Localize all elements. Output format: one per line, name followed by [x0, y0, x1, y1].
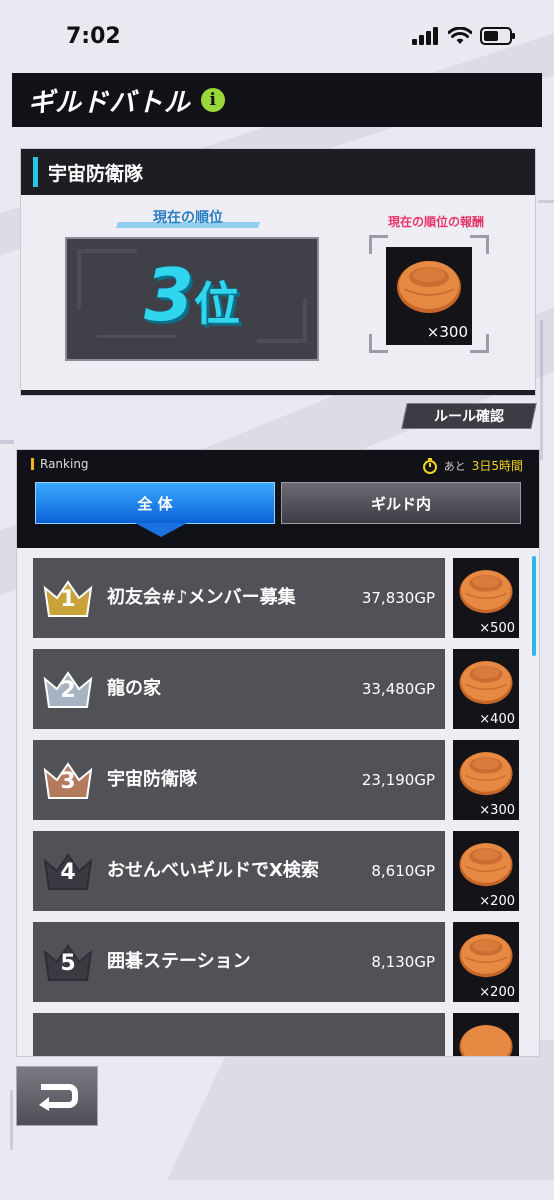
- guild-name: おせんべいギルドでX検索: [107, 860, 319, 881]
- ranking-row-body: 2 龍の家 33,480GP: [33, 649, 445, 729]
- scrollbar[interactable]: [532, 556, 536, 656]
- ranking-panel: Ranking あと 3日5時間 全 体 ギルド内 1 初友会#♪メンバー募集 37…: [16, 449, 540, 1057]
- reward-count: ×200: [479, 985, 515, 1000]
- senbei-item-icon: [459, 570, 513, 614]
- reward-cell: ×300: [453, 740, 519, 820]
- guild-points: 23,190GP: [361, 771, 435, 789]
- reward-count: ×200: [479, 894, 515, 909]
- rank-number: 3: [60, 769, 76, 794]
- senbei-item-icon: [459, 661, 513, 705]
- reward-cell: ×200: [453, 922, 519, 1002]
- guild-name: 囲碁ステーション: [107, 951, 251, 972]
- reward-cell: ×400: [453, 649, 519, 729]
- reward-cell: ×500: [453, 558, 519, 638]
- guild-points: 8,130GP: [371, 953, 435, 971]
- back-button[interactable]: [16, 1066, 98, 1126]
- guild-points: 8,610GP: [371, 862, 435, 880]
- guild-name: 宇宙防衛隊: [48, 162, 144, 185]
- current-rank-value: 3位: [143, 253, 241, 337]
- rules-button[interactable]: ルール確認: [401, 403, 537, 429]
- guild-points: 37,830GP: [361, 589, 435, 607]
- current-rank-box: 3位: [65, 237, 319, 361]
- time-remaining: 3日5時間: [471, 459, 523, 473]
- rank-number: 4: [60, 860, 76, 885]
- tab-all[interactable]: 全 体: [35, 482, 275, 524]
- ranking-row-body: 3 宇宙防衛隊 23,190GP: [33, 740, 445, 820]
- reward-cell: [453, 1013, 519, 1056]
- time-prefix: あと: [443, 459, 466, 473]
- rank-number: 5: [60, 951, 76, 976]
- battery-icon: [480, 27, 515, 45]
- info-icon-symbol: i: [209, 90, 217, 110]
- wifi-icon: [448, 27, 472, 44]
- status-bar: 7:02: [0, 0, 554, 70]
- ranking-row[interactable]: 3 宇宙防衛隊 23,190GP ×300: [33, 740, 519, 820]
- guild-status-panel: 宇宙防衛隊 現在の順位 3位 現在の順位の報酬 ×300: [20, 148, 536, 396]
- tab-guild-internal[interactable]: ギルド内: [281, 482, 521, 524]
- ranking-label: Ranking: [40, 457, 89, 471]
- senbei-item-icon: [459, 934, 513, 978]
- current-reward-frame: ×300: [369, 235, 489, 353]
- ranking-row[interactable]: 4 おせんべいギルドでX検索 8,610GP ×200: [33, 831, 519, 911]
- current-reward-count: ×300: [426, 323, 468, 341]
- current-rank-label: 現在の順位: [121, 207, 255, 229]
- stopwatch-icon: [422, 457, 437, 474]
- guild-name: 宇宙防衛隊: [107, 769, 197, 790]
- ranking-row-body: 5 囲碁ステーション 8,130GP: [33, 922, 445, 1002]
- guild-name: 初友会#♪メンバー募集: [107, 587, 296, 608]
- ranking-row-body: 4 おせんべいギルドでX検索 8,610GP: [33, 831, 445, 911]
- guild-points: 33,480GP: [361, 680, 435, 698]
- info-icon[interactable]: i: [200, 88, 225, 112]
- ranking-row[interactable]: 2 龍の家 33,480GP ×400: [33, 649, 519, 729]
- senbei-item-icon: [459, 843, 513, 887]
- ranking-row[interactable]: 1 初友会#♪メンバー募集 37,830GP ×500: [33, 558, 519, 638]
- ranking-row-body: 1 初友会#♪メンバー募集 37,830GP: [33, 558, 445, 638]
- ranking-row-partial[interactable]: [33, 1013, 519, 1056]
- return-arrow-icon: [39, 1084, 78, 1111]
- ranking-list[interactable]: 1 初友会#♪メンバー募集 37,830GP ×500 2 龍の家 33,480GP ×400…: [17, 548, 539, 1056]
- senbei-item-icon: [459, 1025, 513, 1056]
- senbei-item-icon: [459, 752, 513, 796]
- reward-count: ×300: [479, 803, 515, 818]
- reward-cell: ×200: [453, 831, 519, 911]
- reward-count: ×500: [479, 621, 515, 636]
- clock: 7:02: [66, 24, 121, 49]
- current-reward-label: 現在の順位の報酬: [387, 215, 484, 229]
- rank-number: 2: [60, 678, 76, 703]
- active-tab-indicator: [135, 523, 187, 537]
- screen-header: ギルドバトル i: [12, 73, 542, 127]
- ranking-row[interactable]: 5 囲碁ステーション 8,130GP ×200: [33, 922, 519, 1002]
- reward-count: ×400: [479, 712, 515, 727]
- screen-title: ギルドバトル: [28, 87, 191, 118]
- cellular-signal-icon: [412, 27, 438, 45]
- rank-number: 1: [60, 587, 76, 612]
- guild-name: 龍の家: [107, 678, 161, 699]
- senbei-item-icon: [397, 261, 461, 313]
